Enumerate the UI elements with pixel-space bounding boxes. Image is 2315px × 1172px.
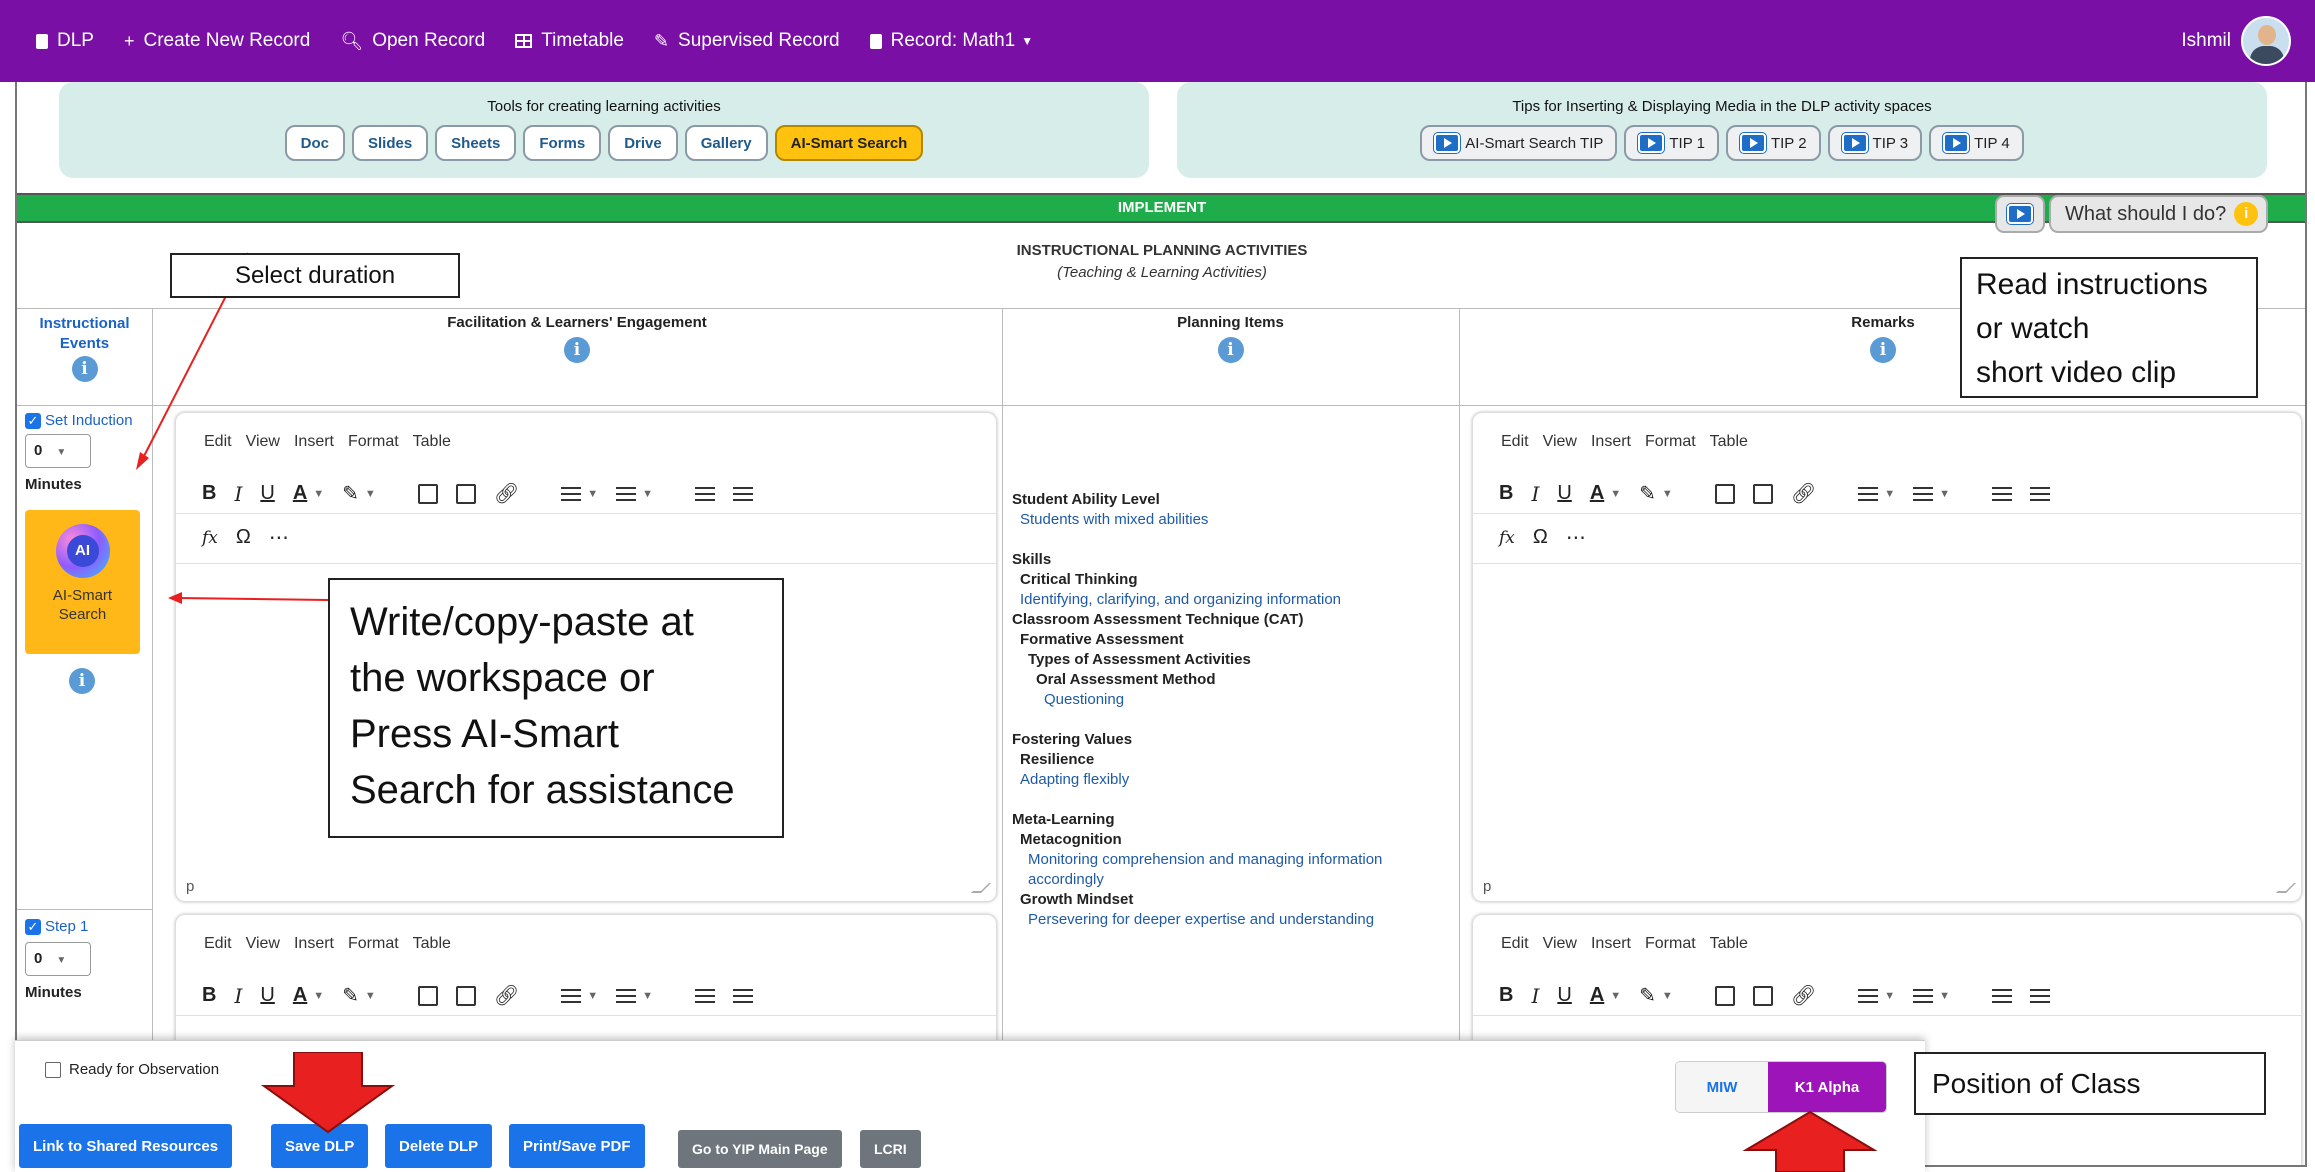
arrow-head	[136, 452, 149, 470]
ready-label: Ready for Observation	[69, 1061, 220, 1078]
annotation-read-instructions: Read instructions or watch short video c…	[1960, 257, 2258, 398]
annotation-line: the workspace or	[350, 656, 655, 700]
ready-for-observation-checkbox[interactable]: Ready for Observation	[45, 1061, 219, 1078]
delete-dlp-button[interactable]: Delete DLP	[385, 1124, 493, 1168]
annotation-line: Write/copy-paste at	[350, 600, 694, 644]
annotation-line: short video clip	[1976, 356, 2177, 389]
ai-pointer-line	[177, 597, 329, 601]
annotation-line: Search for assistance	[350, 768, 735, 812]
class-tab-k1-alpha[interactable]: K1 Alpha	[1768, 1062, 1886, 1112]
annotation-position-of-class: Position of Class	[1914, 1052, 2266, 1115]
go-to-yip-main-button[interactable]: Go to YIP Main Page	[678, 1130, 842, 1168]
annotation-line: or watch	[1976, 312, 2090, 345]
class-arrow	[1742, 1110, 1878, 1172]
print-save-pdf-button[interactable]: Print/Save PDF	[509, 1124, 645, 1168]
link-shared-resources-button[interactable]: Link to Shared Resources	[19, 1124, 233, 1168]
annotation-line: Press AI-Smart	[350, 712, 619, 756]
annotation-select-duration: Select duration	[170, 253, 460, 298]
lcri-button[interactable]: LCRI	[860, 1130, 921, 1168]
arrow-head	[168, 592, 182, 604]
annotation-line: Read instructions	[1976, 268, 2208, 301]
class-position-tabs: MIW K1 Alpha	[1675, 1061, 1887, 1113]
class-tab-miw[interactable]: MIW	[1676, 1062, 1768, 1112]
annotation-write-copy-paste: Write/copy-paste at the workspace or Pre…	[328, 578, 784, 838]
save-arrow	[260, 1052, 396, 1134]
dlp-page: DLP + Create New Record 🔍︎ Open Record Tim…	[0, 0, 2315, 1172]
checkbox-icon	[45, 1061, 61, 1078]
